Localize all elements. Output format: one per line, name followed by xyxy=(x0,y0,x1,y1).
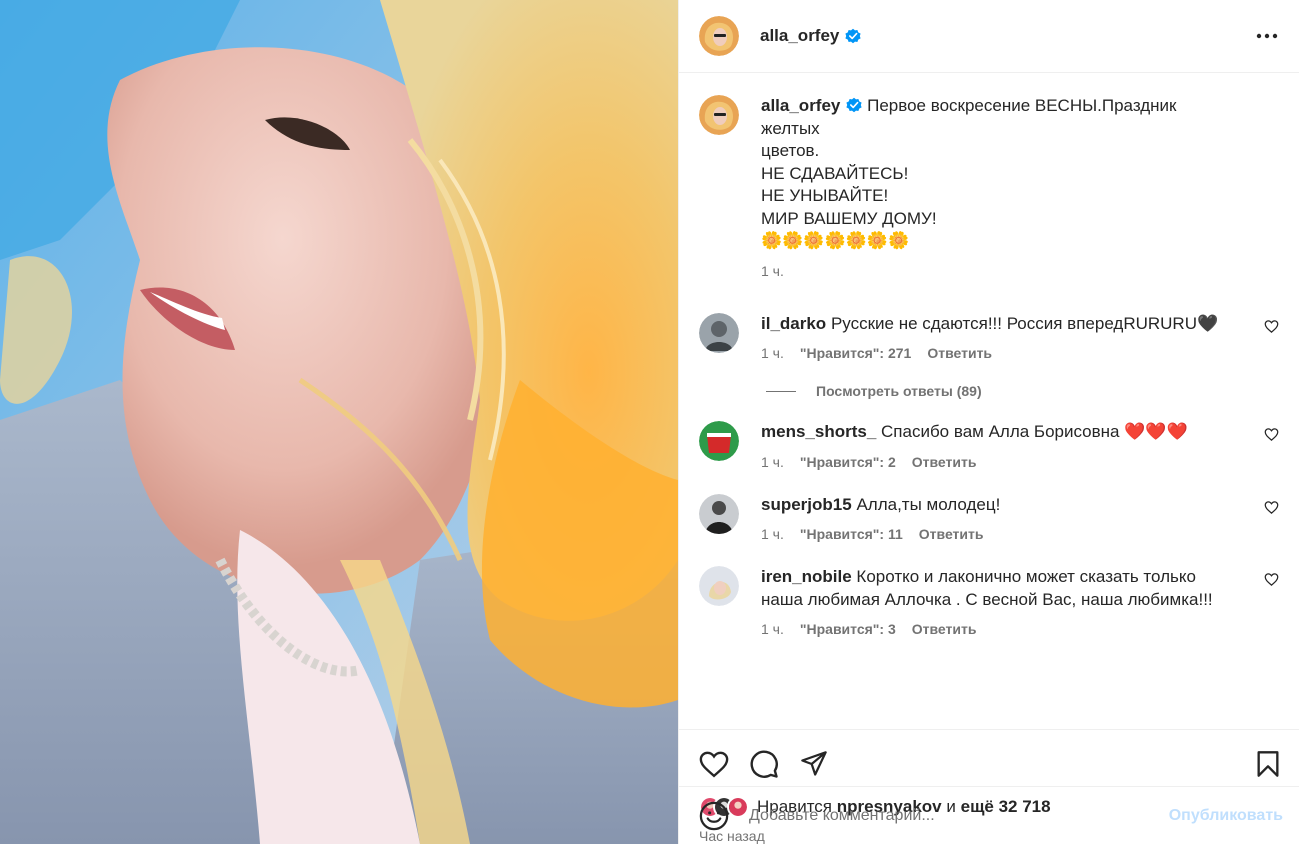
share-button[interactable] xyxy=(799,749,829,779)
caption-line: МИР ВАШЕМУ ДОМУ! xyxy=(761,208,937,228)
verified-icon xyxy=(846,97,862,113)
comment-time[interactable]: 1 ч. xyxy=(761,621,784,637)
comment-likes[interactable]: "Нравится": 271 xyxy=(800,345,911,361)
view-replies-line xyxy=(766,390,796,392)
share-icon xyxy=(801,751,827,776)
post-header: alla_orfey xyxy=(679,0,1299,73)
commenter-username[interactable]: iren_nobile xyxy=(761,567,852,586)
commenter-avatar[interactable] xyxy=(699,493,739,534)
publish-button[interactable]: Опубликовать xyxy=(1169,807,1283,825)
comment-time[interactable]: 1 ч. xyxy=(761,345,784,361)
comment: superjob15 Алла,ты молодец! 1 ч. "Нравит… xyxy=(699,493,1279,542)
comments-section[interactable]: alla_orfey Первое воскресение ВЕСНЫ.Праз… xyxy=(679,73,1299,729)
more-options-icon[interactable] xyxy=(1255,24,1279,48)
caption-time[interactable]: 1 ч. xyxy=(761,263,784,279)
comment-like-heart-icon[interactable] xyxy=(1264,500,1279,515)
comment-likes[interactable]: "Нравится": 3 xyxy=(800,621,896,637)
comment-likes[interactable]: "Нравится": 11 xyxy=(800,526,903,542)
reply-button[interactable]: Ответить xyxy=(912,454,977,470)
comment-text: Алла,ты молодец! xyxy=(856,494,1001,514)
commenter-avatar[interactable] xyxy=(699,421,739,461)
commenter-username[interactable]: mens_shorts_ xyxy=(761,422,876,441)
commenter-avatar[interactable] xyxy=(699,566,739,606)
verified-icon xyxy=(845,28,861,44)
post-side-panel: alla_orfey alla_orfey Первое воскресение… xyxy=(678,0,1299,844)
caption-text: alla_orfey Первое воскресение ВЕСНЫ.Праз… xyxy=(761,95,1239,253)
add-comment-bar: Опубликовать xyxy=(679,786,1299,844)
comment-text: Спасибо вам Алла Борисовна ❤️❤️❤️ xyxy=(881,422,1188,441)
comment-time[interactable]: 1 ч. xyxy=(761,526,784,542)
caption: alla_orfey Первое воскресение ВЕСНЫ.Праз… xyxy=(699,95,1279,279)
author-username[interactable]: alla_orfey xyxy=(760,26,839,46)
save-button[interactable] xyxy=(1253,749,1283,779)
comment-like-heart-icon[interactable] xyxy=(1264,572,1279,587)
comment: il_darko Русские не сдаются!!! Россия вп… xyxy=(699,312,1279,361)
caption-line: НЕ УНЫВАЙТЕ! xyxy=(761,186,889,205)
commenter-username[interactable]: il_darko xyxy=(761,314,826,333)
caption-line: НЕ СДАВАЙТЕСЬ! xyxy=(761,163,909,183)
like-button[interactable] xyxy=(699,749,729,779)
comment-button[interactable] xyxy=(749,749,779,779)
comment: iren_nobile Коротко и лаконично может ск… xyxy=(699,566,1279,637)
comment-like-heart-icon[interactable] xyxy=(1264,427,1279,442)
reply-button[interactable]: Ответить xyxy=(912,621,977,637)
heart-icon xyxy=(699,751,729,778)
author-avatar[interactable] xyxy=(699,95,739,135)
commenter-avatar[interactable] xyxy=(699,312,739,353)
comment-text: Русские не сдаются!!! Россия впередRURUR… xyxy=(830,313,1219,333)
bookmark-icon xyxy=(1257,751,1279,777)
reply-button[interactable]: Ответить xyxy=(927,345,992,361)
view-replies-button[interactable]: Посмотреть ответы (89) xyxy=(766,383,1279,399)
post-photo[interactable] xyxy=(0,0,678,844)
comment-icon xyxy=(750,750,778,778)
commenter-username[interactable]: superjob15 xyxy=(761,495,852,514)
comment: mens_shorts_ Спасибо вам Алла Борисовна … xyxy=(699,421,1279,470)
emoji-icon[interactable] xyxy=(699,801,729,831)
comment-likes[interactable]: "Нравится": 2 xyxy=(800,454,896,470)
caption-username[interactable]: alla_orfey xyxy=(761,96,840,115)
author-avatar[interactable] xyxy=(699,16,739,56)
caption-line: цветов. xyxy=(761,141,820,160)
instagram-post: alla_orfey alla_orfey Первое воскресение… xyxy=(0,0,1299,844)
view-replies-label: Посмотреть ответы (89) xyxy=(816,383,982,399)
comment-input[interactable] xyxy=(749,806,1169,825)
comment-time[interactable]: 1 ч. xyxy=(761,454,784,470)
reply-button[interactable]: Ответить xyxy=(919,526,984,542)
comment-like-heart-icon[interactable] xyxy=(1264,319,1279,334)
caption-emoji-line: 🌼🌼🌼🌼🌼🌼🌼 xyxy=(761,231,910,250)
